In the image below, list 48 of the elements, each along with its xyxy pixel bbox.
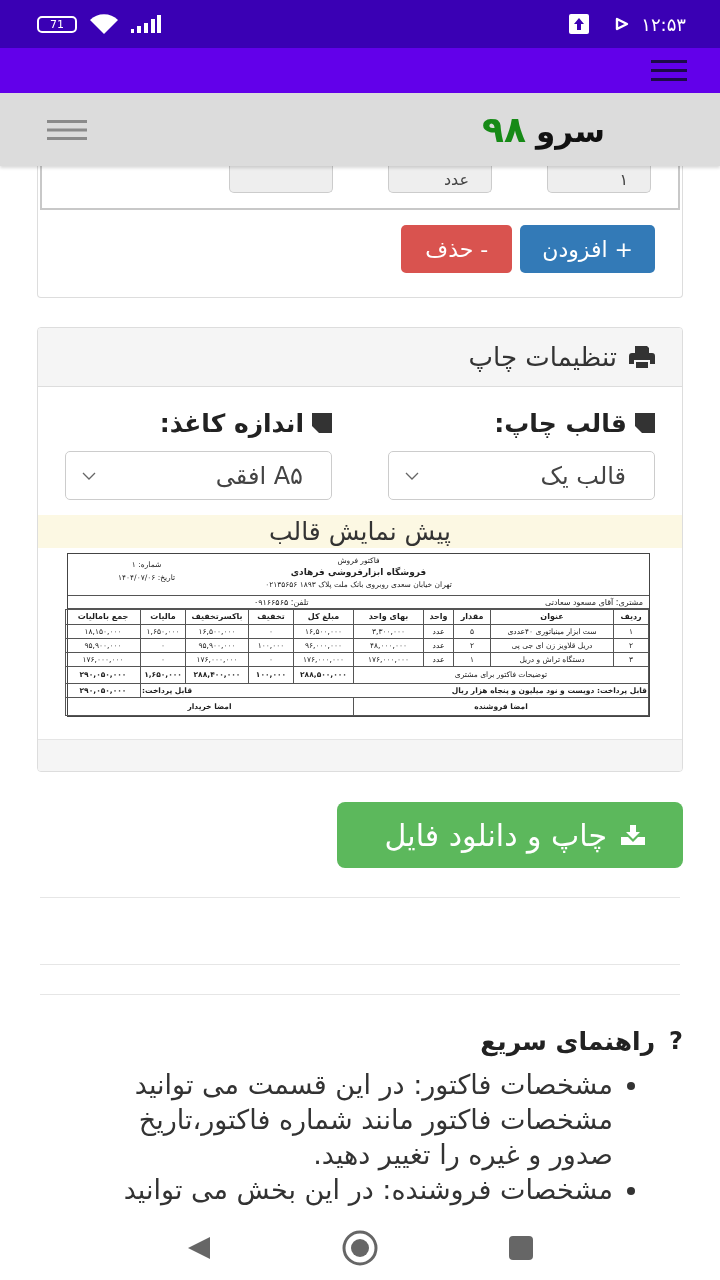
logo-word: سرو bbox=[535, 113, 605, 149]
play-icon bbox=[615, 17, 630, 31]
column-header: ردیف bbox=[613, 609, 649, 625]
input-field[interactable]: ۱ bbox=[547, 166, 651, 193]
chevron-down-icon bbox=[405, 471, 419, 480]
column-header: عنوان bbox=[490, 609, 614, 625]
bullet-icon bbox=[627, 1187, 635, 1195]
select-field[interactable]: A۵ افقی bbox=[65, 451, 332, 500]
back-icon[interactable] bbox=[187, 1235, 211, 1260]
select-field[interactable]: قالب یک bbox=[388, 451, 655, 500]
column-header: مقدار bbox=[453, 609, 491, 625]
download-icon bbox=[621, 825, 645, 845]
shop-name: فروشگاه ابزارفروشی فرهادی bbox=[290, 566, 427, 579]
chevron-down-icon bbox=[82, 471, 96, 480]
card-title: تنظیمات چاپ bbox=[468, 342, 617, 372]
preview-banner: پیش نمایش قالب bbox=[38, 515, 682, 548]
field-label: اندازه کاغذ: bbox=[159, 408, 304, 438]
add-button[interactable]: + افزودن bbox=[520, 225, 655, 273]
signal-icon bbox=[131, 15, 161, 33]
delete-button[interactable]: - حذف bbox=[401, 225, 513, 273]
note-icon bbox=[635, 413, 655, 433]
clock-time: ۱۲:۵۳ bbox=[641, 13, 686, 35]
recent-apps-icon[interactable] bbox=[509, 1235, 533, 1260]
column-header: جمع بامالیات bbox=[65, 609, 141, 625]
customer-name: مشتری: آقای مسعود سعادتی bbox=[545, 597, 643, 607]
field-label: قالب چاپ: bbox=[494, 408, 627, 438]
input-field[interactable]: عدد bbox=[388, 166, 492, 193]
wifi-icon bbox=[89, 13, 119, 35]
upload-icon bbox=[569, 14, 590, 34]
column-header: باکسرتخفیف bbox=[185, 609, 249, 625]
column-header: تخفیف bbox=[248, 609, 294, 625]
help-title: راهنمای سریع bbox=[480, 1026, 656, 1056]
column-header: بهای واحد bbox=[353, 609, 424, 625]
column-header: مالیات bbox=[140, 609, 186, 625]
customer-phone: تلفن: ۰۹۱۶۶۵۶۵ bbox=[253, 597, 309, 607]
help-item: مشخصات فروشنده: در این بخش می توانید bbox=[122, 1173, 613, 1207]
note-icon bbox=[312, 413, 332, 433]
input-field[interactable] bbox=[229, 166, 333, 193]
help-item: مشخصات فاکتور: در این قسمت می توانید مشخصات فاکتور مانند شماره فاکتور،تاریخ صدور و غیره را تغییر دهید. bbox=[133, 1068, 613, 1172]
printer-icon bbox=[629, 346, 655, 368]
help-icon: ? bbox=[669, 1027, 683, 1055]
menu-icon[interactable] bbox=[47, 119, 87, 140]
logo-number: ۹۸ bbox=[482, 109, 526, 150]
bullet-icon bbox=[627, 1082, 635, 1090]
column-header: مبلغ کل bbox=[293, 609, 354, 625]
column-header: واحد bbox=[423, 609, 454, 625]
battery-indicator: 71 bbox=[37, 15, 77, 33]
home-icon[interactable] bbox=[342, 1229, 378, 1266]
